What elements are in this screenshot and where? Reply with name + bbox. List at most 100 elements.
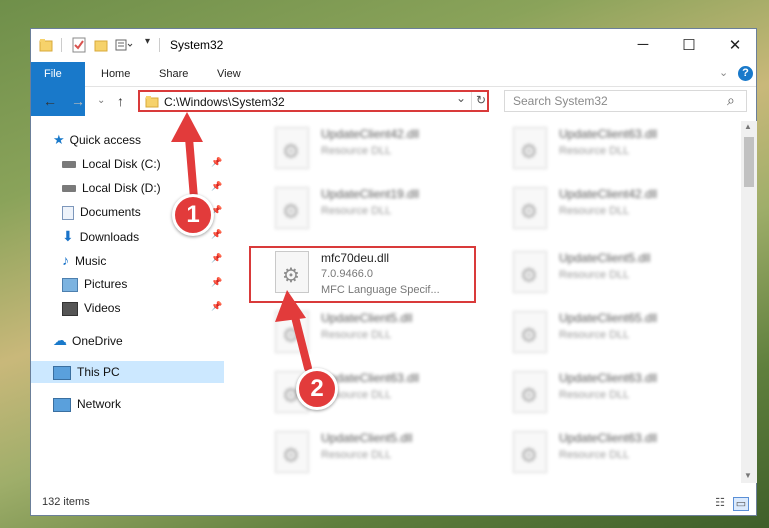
gear-icon: ⚙ [520,265,538,287]
dll-file-icon: ⚙ [513,431,547,473]
maximize-button[interactable]: ☐ [666,29,712,60]
minimize-button[interactable]: ─ [620,29,666,60]
sidebar-item-pictures[interactable]: Pictures [62,273,222,295]
gear-icon: ⚙ [520,201,538,223]
gear-icon: ⚙ [282,325,300,347]
large-icons-view-icon[interactable]: ▭ [733,497,749,511]
dll-file-icon: ⚙ [513,187,547,229]
drive-icon [62,185,76,193]
file-type: Resource DLL [559,449,630,461]
list-item[interactable]: ⚙ UpdateClient42.dll Resource DLL [251,121,476,175]
help-icon[interactable]: ? [738,66,753,81]
file-type: Resource DLL [321,145,392,157]
dll-file-icon: ⚙ [513,311,547,353]
sidebar-item-label: Local Disk (D:) [82,181,161,195]
list-item[interactable]: ⚙ UpdateClient5.dll Resource DLL [489,245,714,299]
new-folder-icon[interactable] [94,37,108,53]
sidebar-item-quick-access[interactable]: ★ Quick access [53,129,141,151]
dll-file-icon: ⚙ [513,371,547,413]
back-arrow-icon[interactable]: ← [43,93,57,109]
sidebar-item-label: Videos [84,301,121,315]
dll-file-icon: ⚙ [513,251,547,293]
address-bar[interactable]: C:\Windows\System32 ⌄ ↻ [138,90,489,112]
scrollbar-thumb[interactable] [744,137,754,187]
sidebar-item-local-disk-c[interactable]: Local Disk (C:) [62,153,222,175]
list-item[interactable]: ⚙ UpdateClient19.dll Resource DLL [251,181,476,235]
up-arrow-icon[interactable]: ↑ [117,93,124,109]
star-icon: ★ [53,132,65,147]
properties-icon[interactable] [72,37,86,53]
sidebar-item-label: Pictures [84,277,128,291]
network-icon [53,397,71,412]
file-name: UpdateClient65.dll [559,311,658,325]
list-item[interactable]: ⚙ UpdateClient42.dll Resource DLL [489,181,714,235]
file-name: UpdateClient42.dll [321,127,420,141]
sidebar-item-this-pc[interactable]: This PC [31,361,224,383]
file-name: UpdateClient5.dll [321,311,413,325]
gear-icon: ⚙ [282,141,300,163]
sidebar-item-videos[interactable]: Videos [62,297,222,319]
list-item[interactable]: ⚙ UpdateClient63.dll Resource DLL [251,365,476,419]
pin-icon: 📌 [211,277,223,287]
navigation-pane: ★ Quick access Local Disk (C:) Local Disk… [31,121,225,481]
drive-icon [62,161,76,169]
customize-toolbar-icon[interactable] [115,37,133,53]
sidebar-item-label: Documents [80,205,141,219]
sidebar-item-onedrive[interactable]: ☁ OneDrive [53,329,123,351]
close-button[interactable]: ✕ [712,29,758,60]
file-highlight-box [249,246,476,303]
sidebar-item-label: Quick access [69,133,142,147]
list-item[interactable]: ⚙ UpdateClient63.dll Resource DLL [489,365,714,419]
search-placeholder: Search System32 [513,94,608,108]
details-view-icon[interactable]: ☷ [713,497,727,509]
refresh-icon[interactable]: ↻ [476,93,486,107]
address-path: C:\Windows\System32 [164,95,285,109]
gear-icon: ⚙ [282,201,300,223]
separator [471,92,472,110]
sidebar-item-music[interactable]: ♪ Music [62,249,222,271]
search-box[interactable]: Search System32 ⌕ [504,90,747,112]
scroll-up-icon[interactable]: ▲ [744,122,752,131]
forward-arrow-icon[interactable]: → [71,93,85,109]
file-type: Resource DLL [559,269,630,281]
status-bar: 132 items ☷ ▭ [31,491,756,515]
sidebar-item-network[interactable]: Network [53,393,121,415]
chevron-down-icon[interactable]: ⌄ [719,66,728,79]
file-type: Resource DLL [559,389,630,401]
explorer-window: ▾ System32 ─ ☐ ✕ File Home Share View ⌄ … [30,28,757,516]
gear-icon: ⚙ [520,445,538,467]
file-name: UpdateClient63.dll [559,371,658,385]
chevron-down-icon[interactable]: ▾ [145,36,150,52]
sidebar-item-label: OneDrive [72,334,123,348]
address-dropdown-icon[interactable]: ⌄ [456,91,466,105]
file-type: Resource DLL [321,449,392,461]
vertical-scrollbar[interactable]: ▲ ▼ [741,121,757,483]
file-name: UpdateClient5.dll [321,431,413,445]
step-1-badge: 1 [172,194,214,236]
list-item[interactable]: ⚙ UpdateClient5.dll Resource DLL [251,425,476,479]
list-item[interactable]: ⚙ UpdateClient65.dll Resource DLL [489,305,714,359]
list-item[interactable]: ⚙ UpdateClient63.dll Resource DLL [489,425,714,479]
file-type: Resource DLL [321,205,392,217]
dll-file-icon: ⚙ [275,127,309,169]
file-name: UpdateClient19.dll [321,187,420,201]
search-icon[interactable]: ⌕ [727,92,735,109]
list-item[interactable]: ⚙ UpdateClient63.dll Resource DLL [489,121,714,175]
scroll-down-icon[interactable]: ▼ [744,471,752,480]
tab-share[interactable]: Share [145,62,202,86]
gear-icon: ⚙ [520,325,538,347]
folder-icon[interactable] [39,37,53,53]
sidebar-item-label: This PC [77,365,120,379]
computer-icon [53,365,71,380]
file-type: Resource DLL [559,145,630,157]
file-name: UpdateClient63.dll [559,431,658,445]
recent-locations-chevron-icon[interactable]: ⌄ [97,95,105,106]
tab-view[interactable]: View [203,62,255,86]
file-name: UpdateClient42.dll [559,187,658,201]
pin-icon: 📌 [211,229,223,239]
file-type: Resource DLL [559,329,630,341]
tab-home[interactable]: Home [87,62,144,86]
pictures-icon [62,277,78,292]
list-item[interactable]: ⚙ UpdateClient5.dll Resource DLL [251,305,476,359]
window-title: System32 [170,38,224,52]
